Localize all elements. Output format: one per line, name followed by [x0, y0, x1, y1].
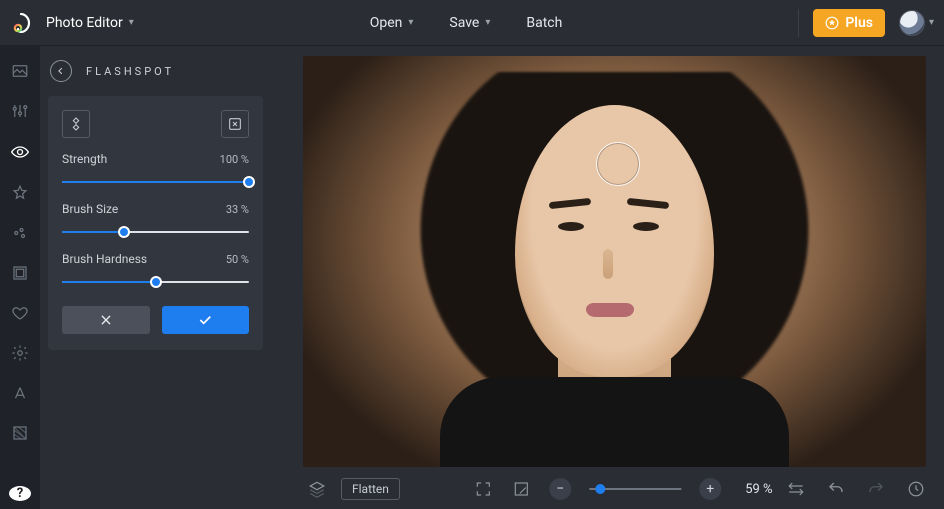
history-icon[interactable]	[906, 479, 926, 499]
top-right-group: Plus ▾	[798, 9, 934, 37]
upgrade-plus-button[interactable]: Plus	[813, 9, 885, 37]
gear-icon[interactable]	[9, 344, 31, 362]
frame-icon[interactable]	[9, 264, 31, 282]
photo-nose	[603, 249, 613, 279]
save-button[interactable]: Save ▾	[445, 9, 494, 37]
strength-slider[interactable]	[62, 176, 249, 188]
cancel-button[interactable]	[62, 306, 150, 334]
batch-button[interactable]: Batch	[522, 9, 566, 37]
save-label: Save	[449, 15, 479, 31]
tool-rail: ?	[0, 46, 40, 509]
strength-label: Strength	[62, 152, 107, 166]
image-tool-icon[interactable]	[9, 62, 31, 80]
brush-size-control: Brush Size 33 %	[62, 202, 249, 238]
brush-size-label: Brush Size	[62, 202, 118, 216]
undo-icon[interactable]	[826, 479, 846, 499]
brush-hardness-control: Brush Hardness 50 %	[62, 252, 249, 288]
panel-title: FLASHSPOT	[86, 65, 174, 78]
effects-icon[interactable]	[9, 224, 31, 242]
app-logo	[6, 8, 36, 38]
star-favorite-icon[interactable]	[9, 184, 31, 202]
zoom-slider[interactable]	[589, 483, 681, 495]
check-icon	[197, 312, 213, 328]
fit-screen-icon[interactable]	[473, 479, 493, 499]
texture-icon[interactable]	[9, 424, 31, 442]
zoom-in-button[interactable]: +	[699, 478, 721, 500]
heart-icon[interactable]	[9, 304, 31, 322]
bottom-bar: Flatten − + 59 %	[275, 469, 944, 509]
brush-size-value: 33 %	[226, 203, 249, 216]
zoom-value: 59 %	[745, 482, 772, 497]
actual-size-icon[interactable]	[511, 479, 531, 499]
chevron-down-icon: ▾	[485, 17, 490, 28]
brush-hardness-slider[interactable]	[62, 276, 249, 288]
flatten-button[interactable]: Flatten	[341, 478, 400, 500]
batch-label: Batch	[526, 15, 562, 31]
canvas-area: Flatten − + 59 %	[275, 46, 944, 509]
separator	[798, 9, 799, 37]
top-bar: Photo Editor ▾ Open ▾ Save ▾ Batch Plus	[0, 0, 944, 46]
brand-label: Photo Editor	[46, 15, 123, 31]
brush-cursor-indicator	[596, 142, 640, 186]
chevron-down-icon: ▾	[408, 17, 413, 28]
layers-icon[interactable]	[307, 479, 327, 499]
text-tool-icon[interactable]	[9, 384, 31, 402]
tool-panel: FLASHSPOT Strength 100 %	[40, 46, 275, 509]
photo-collar	[440, 377, 789, 467]
back-button[interactable]	[50, 60, 72, 82]
eye-retouch-icon[interactable]	[9, 142, 31, 162]
photo-canvas[interactable]	[303, 56, 926, 467]
erase-button[interactable]	[221, 110, 249, 138]
plus-label: Plus	[845, 15, 873, 31]
account-menu[interactable]: ▾	[899, 10, 934, 36]
brush-size-slider[interactable]	[62, 226, 249, 238]
brush-mode-button[interactable]	[62, 110, 90, 138]
photo-lips	[586, 303, 634, 317]
compare-icon[interactable]	[786, 479, 806, 499]
apply-button[interactable]	[162, 306, 250, 334]
brush-hardness-label: Brush Hardness	[62, 252, 147, 266]
chevron-down-icon: ▾	[929, 17, 934, 28]
help-button[interactable]: ?	[9, 486, 31, 501]
brand-dropdown[interactable]: Photo Editor ▾	[46, 15, 134, 31]
close-icon	[99, 313, 113, 327]
open-button[interactable]: Open ▾	[366, 9, 418, 37]
star-circle-icon	[825, 16, 839, 30]
open-label: Open	[370, 15, 403, 31]
flashspot-card: Strength 100 % Brush Size 33 %	[48, 96, 263, 350]
redo-icon	[866, 479, 886, 499]
strength-control: Strength 100 %	[62, 152, 249, 188]
brush-hardness-value: 50 %	[226, 253, 249, 266]
strength-value: 100 %	[220, 153, 249, 166]
top-center-group: Open ▾ Save ▾ Batch	[134, 9, 799, 37]
zoom-out-button[interactable]: −	[549, 478, 571, 500]
adjust-sliders-icon[interactable]	[9, 102, 31, 120]
avatar	[899, 10, 925, 36]
